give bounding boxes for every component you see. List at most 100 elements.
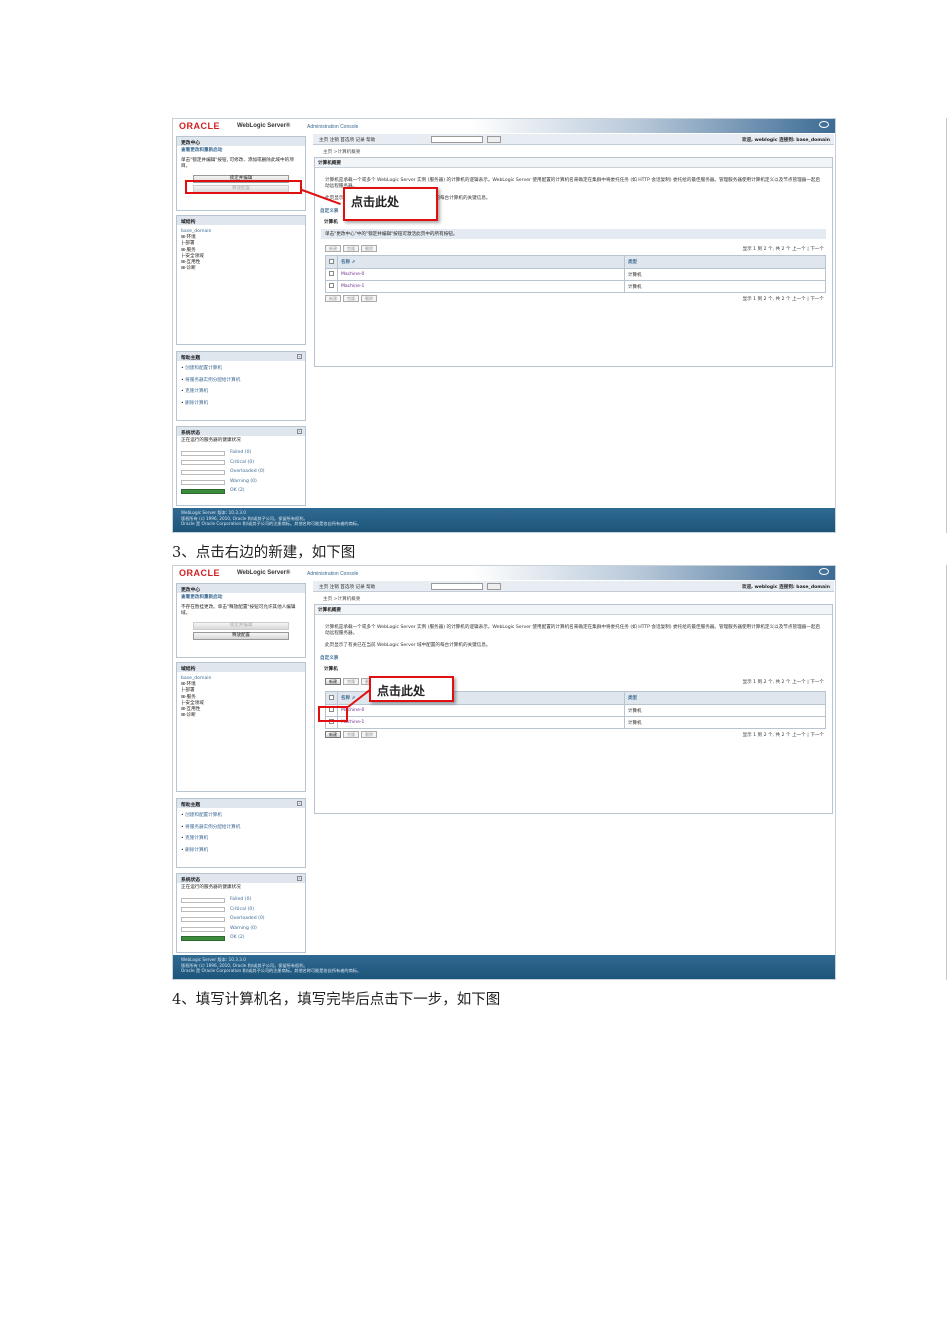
product-name: WebLogic Server® (237, 570, 291, 576)
health-label[interactable]: Failed (0) (230, 897, 251, 904)
customize-table-link[interactable]: 自定义表 (320, 655, 832, 661)
search-button[interactable] (487, 136, 501, 143)
machine-link[interactable]: Machine-1 (337, 280, 625, 293)
search-input[interactable] (431, 583, 483, 590)
health-label[interactable]: Warning (0) (230, 479, 257, 486)
console-footer: WebLogic Server 版本: 10.3.3.0 版权所有 (c) 19… (173, 955, 835, 979)
machine-type: 计算机 (624, 280, 826, 293)
clone-button[interactable]: 克隆 (343, 295, 359, 302)
intro-text: 计算机是承载一个或多个 WebLogic Server 实例 (服务器) 的计算… (325, 625, 821, 636)
column-header-type[interactable]: 类型 (624, 255, 826, 269)
tree-item[interactable]: ⊞-诊断 (181, 713, 301, 719)
change-center-text: 单击"锁定并编辑"按钮, 可修改、添加或删除此域中的项目。 (181, 157, 294, 170)
help-topics-panel: 帮助主题 - 创建和配置计算机 将服务器实例分配给计算机 克隆计算机 删除计算机 (176, 798, 306, 868)
health-bar-failed (181, 897, 225, 903)
new-button[interactable]: 新建 (325, 678, 341, 685)
column-header-name[interactable]: 名称 ⇗ (337, 255, 625, 269)
help-link[interactable]: 删除计算机 (181, 398, 301, 410)
page-edge-line (946, 565, 947, 980)
tree-item[interactable]: ⊞-诊断 (181, 266, 301, 272)
health-label[interactable]: Overloaded (0) (230, 469, 265, 476)
health-label[interactable]: OK (2) (230, 488, 245, 495)
oracle-ring-icon (819, 121, 829, 128)
oracle-logo: ORACLE (179, 568, 220, 578)
health-bar-critical (181, 460, 225, 466)
intro-text-2: 此页显示了有关已在当前 WebLogic Server 域中配置的每台计算机的关… (325, 643, 491, 648)
release-config-button[interactable]: 释放配置 (193, 631, 289, 640)
search-button[interactable] (487, 583, 501, 590)
collapse-icon[interactable]: - (297, 354, 302, 359)
pager[interactable]: 显示 1 到 2 个, 共 2 个 上一个 | 下一个 (742, 679, 824, 685)
help-topics-panel: 帮助主题 - 创建和配置计算机 将服务器实例分配给计算机 克隆计算机 删除计算机 (176, 351, 306, 421)
system-status-subtitle: 正在运行的服务器的健康状况 (181, 438, 241, 443)
console-header: ORACLE WebLogic Server® Administration C… (173, 119, 835, 133)
collapse-icon[interactable]: - (297, 876, 302, 881)
help-link[interactable]: 克隆计算机 (181, 386, 301, 398)
console-toolbar: 主页 注销 首选项 记录 帮助 欢迎, weblogic 连接到: base_d… (313, 581, 834, 592)
pager[interactable]: 显示 1 到 2 个, 共 2 个 上一个 | 下一个 (742, 246, 824, 252)
delete-button[interactable]: 删除 (361, 295, 377, 302)
breadcrumb[interactable]: 主页 >计算机概要 (323, 149, 360, 155)
footer-trademark: Oracle 是 Oracle Corporation 和/或其子公司的注册商标… (181, 968, 362, 974)
table-row: Machine-1 计算机 (325, 280, 826, 293)
help-link[interactable]: 克隆计算机 (181, 833, 301, 845)
console-screenshot-1: ORACLE WebLogic Server® Administration C… (172, 118, 836, 533)
lock-edit-button[interactable]: 锁定并编辑 (193, 621, 289, 630)
new-button[interactable]: 新建 (325, 731, 341, 738)
view-changes-link[interactable]: 查看更改和重新启动 (181, 148, 301, 155)
health-label[interactable]: Overloaded (0) (230, 916, 265, 923)
change-center-panel: 更改中心 查看更改和重新启动 单击"锁定并编辑"按钮, 可修改、添加或删除此域中… (176, 136, 306, 211)
column-header-type[interactable]: 类型 (624, 691, 826, 705)
machine-link[interactable]: Machine-0 (337, 268, 625, 281)
help-link[interactable]: 创建和配置计算机 (181, 363, 301, 375)
machine-link[interactable]: Machine-0 (337, 704, 625, 717)
health-bar-warning (181, 926, 225, 932)
change-center-panel: 更改中心 查看更改和重新启动 不存在暂挂更改。单击"释放配置"按钮可允许其他人编… (176, 583, 306, 658)
select-all-checkbox[interactable] (329, 694, 334, 700)
view-changes-link[interactable]: 查看更改和重新启动 (181, 595, 301, 602)
search-input[interactable] (431, 136, 483, 143)
oracle-ring-icon (819, 568, 829, 575)
system-status-subtitle: 正在运行的服务器的健康状况 (181, 885, 241, 890)
delete-button[interactable]: 删除 (361, 245, 377, 252)
page-title: 计算机概要 (315, 605, 832, 615)
health-label[interactable]: Critical (0) (230, 907, 254, 914)
help-link[interactable]: 将服务器实例分配给计算机 (181, 822, 301, 834)
toolbar-links[interactable]: 主页 注销 首选项 记录 帮助 (319, 137, 375, 143)
machine-type: 计算机 (624, 716, 826, 729)
page-edge-line (946, 118, 947, 533)
collapse-icon[interactable]: - (297, 801, 302, 806)
page-title: 计算机概要 (315, 158, 832, 168)
collapse-icon[interactable]: - (297, 429, 302, 434)
new-button[interactable]: 新建 (325, 295, 341, 302)
select-all-checkbox[interactable] (329, 258, 334, 264)
toolbar-links[interactable]: 主页 注销 首选项 记录 帮助 (319, 584, 375, 590)
health-bar-warning (181, 479, 225, 485)
callout-box: 点击此处 (369, 676, 454, 702)
health-label[interactable]: OK (2) (230, 935, 245, 942)
delete-button[interactable]: 删除 (361, 731, 377, 738)
health-label[interactable]: Warning (0) (230, 926, 257, 933)
system-status-panel: 系统状态 - 正在运行的服务器的健康状况 Failed (0) Critical… (176, 873, 306, 953)
new-button[interactable]: 新建 (325, 245, 341, 252)
clone-button[interactable]: 克隆 (343, 731, 359, 738)
health-label[interactable]: Failed (0) (230, 450, 251, 457)
breadcrumb[interactable]: 主页 >计算机概要 (323, 596, 360, 602)
health-label[interactable]: Critical (0) (230, 460, 254, 467)
help-link[interactable]: 删除计算机 (181, 845, 301, 857)
pager[interactable]: 显示 1 到 2 个, 共 2 个 上一个 | 下一个 (742, 732, 824, 738)
table-title: 计算机 (324, 667, 338, 672)
clone-button[interactable]: 克隆 (343, 678, 359, 685)
help-link[interactable]: 将服务器实例分配给计算机 (181, 375, 301, 387)
table-description: 单击"更改中心"中的"锁定并编辑"按钮可激活此页中的所有按钮。 (321, 229, 826, 239)
machine-summary-panel: 计算机概要 计算机是承载一个或多个 WebLogic Server 实例 (服务… (314, 604, 833, 814)
product-subtitle: Administration Console (307, 124, 359, 130)
help-link[interactable]: 创建和配置计算机 (181, 810, 301, 822)
table-row: Machine-0 计算机 (325, 704, 826, 717)
row-checkbox[interactable] (329, 271, 334, 276)
row-checkbox[interactable] (329, 283, 334, 288)
pager[interactable]: 显示 1 到 2 个, 共 2 个 上一个 | 下一个 (742, 296, 824, 302)
machine-link[interactable]: Machine-1 (337, 716, 625, 729)
help-topics-title: 帮助主题 (177, 799, 305, 808)
clone-button[interactable]: 克隆 (343, 245, 359, 252)
